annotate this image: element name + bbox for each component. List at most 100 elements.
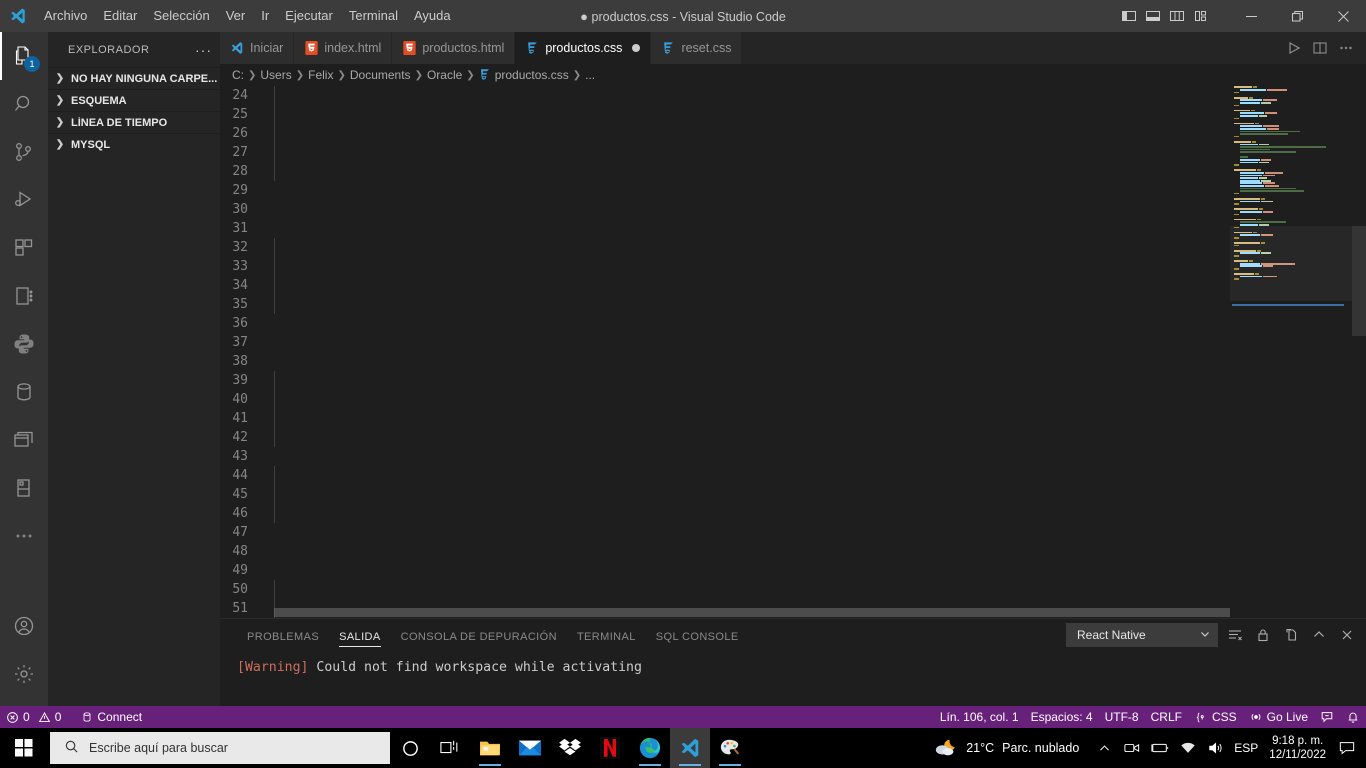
activity-settings-gear-icon[interactable]: [0, 650, 48, 698]
sidebar-more-actions-icon[interactable]: ···: [195, 42, 212, 58]
split-editor-icon[interactable]: [1308, 36, 1332, 60]
sidebar-item-linea-de-tiempo[interactable]: ❯ LÍNEA DE TIEMPO: [48, 111, 220, 133]
clear-output-icon[interactable]: [1224, 624, 1246, 646]
microsoft-edge-icon[interactable]: [630, 728, 670, 768]
activity-accounts-icon[interactable]: [0, 602, 48, 650]
menu-editar[interactable]: Editar: [95, 0, 145, 32]
file-explorer-icon[interactable]: [470, 728, 510, 768]
editor-tab-iniciar[interactable]: Iniciar: [220, 32, 295, 64]
task-view-icon[interactable]: [430, 728, 470, 768]
editor-tab-index-html[interactable]: index.html: [294, 32, 393, 64]
cortana-icon[interactable]: [390, 728, 430, 768]
paint-icon[interactable]: [710, 728, 750, 768]
status-language-mode[interactable]: CSS: [1188, 706, 1243, 728]
breadcrumb-item[interactable]: ...: [585, 68, 595, 82]
status-problems[interactable]: 0 0: [0, 706, 67, 728]
run-icon[interactable]: [1282, 36, 1306, 60]
sidebar-item-no-folder[interactable]: ❯ NO HAY NINGUNA CARPE...: [48, 67, 220, 89]
toggle-panel-icon[interactable]: [1142, 4, 1164, 28]
vertical-scrollbar[interactable]: [1352, 86, 1366, 618]
menu-archivo[interactable]: Archivo: [36, 0, 95, 32]
panel-tab-terminal[interactable]: TERMINAL: [567, 619, 646, 654]
status-eol[interactable]: CRLF: [1145, 706, 1188, 728]
customize-layout-icon[interactable]: [1190, 4, 1212, 28]
panel-tab-sql-console[interactable]: SQL CONSOLE: [646, 619, 749, 654]
status-connect[interactable]: Connect: [75, 706, 148, 728]
minimize-button[interactable]: [1228, 0, 1274, 32]
battery-icon[interactable]: [1147, 728, 1173, 768]
breadcrumb-item[interactable]: Users: [260, 68, 291, 82]
activity-notebook-icon[interactable]: [0, 272, 48, 320]
sidebar-item-mysql[interactable]: ❯ MYSQL: [48, 133, 220, 155]
horizontal-scrollbar-thumb[interactable]: [274, 608, 1238, 617]
menu-ayuda[interactable]: Ayuda: [406, 0, 459, 32]
toggle-primary-sidebar-icon[interactable]: [1118, 4, 1140, 28]
activity-more-views-icon[interactable]: [0, 512, 48, 560]
toggle-secondary-sidebar-icon[interactable]: [1166, 4, 1188, 28]
dropbox-icon[interactable]: [550, 728, 590, 768]
open-in-editor-icon[interactable]: [1280, 624, 1302, 646]
taskbar-clock[interactable]: 9:18 p. m. 12/11/2022: [1263, 734, 1332, 762]
activity-extensions-icon[interactable]: [0, 224, 48, 272]
status-go-live[interactable]: Go Live: [1243, 706, 1314, 728]
notifications-icon[interactable]: [1334, 728, 1360, 768]
panel-tab-consola-de-depuraci-n[interactable]: CONSOLA DE DEPURACIÓN: [391, 619, 567, 654]
menu-seleccion[interactable]: Selección: [145, 0, 217, 32]
maximize-panel-icon[interactable]: [1308, 624, 1330, 646]
indent-guide: [274, 371, 275, 390]
volume-icon[interactable]: [1203, 728, 1229, 768]
show-hidden-icons-icon[interactable]: [1091, 728, 1117, 768]
activity-explorer-icon[interactable]: 1: [0, 32, 48, 80]
lock-scroll-icon[interactable]: [1252, 624, 1274, 646]
menu-ir[interactable]: Ir: [253, 0, 277, 32]
activity-python-icon[interactable]: [0, 320, 48, 368]
status-line-col[interactable]: Lín. 106, col. 1: [934, 706, 1025, 728]
code-editor[interactable]: 24 25 26 27 28 29 30 31 32 33 34 35 36 37 38 39 40 41 42 43…: [220, 86, 1366, 618]
vertical-scrollbar-thumb[interactable]: [1352, 226, 1366, 336]
status-encoding[interactable]: UTF-8: [1099, 706, 1145, 728]
horizontal-scrollbar[interactable]: [274, 608, 1238, 618]
menu-ejecutar[interactable]: Ejecutar: [277, 0, 341, 32]
line-number: 45: [232, 487, 248, 502]
breadcrumb-item[interactable]: C:: [232, 68, 244, 82]
meet-now-icon[interactable]: [1119, 728, 1145, 768]
windows-start-icon[interactable]: [0, 728, 48, 768]
visual-studio-code-icon[interactable]: [670, 728, 710, 768]
editor-tab-reset-css[interactable]: reset.css: [651, 32, 743, 64]
taskbar-search-input[interactable]: Escribe aquí para buscar: [50, 732, 390, 764]
editor-tab-productos-css[interactable]: productos.css: [515, 32, 652, 64]
panel-tab-salida[interactable]: SALIDA: [329, 619, 391, 654]
close-button[interactable]: [1320, 0, 1366, 32]
output-channel-select[interactable]: React Native: [1066, 623, 1218, 647]
line-number: 25: [232, 107, 248, 122]
activity-database-icon[interactable]: [0, 368, 48, 416]
netflix-icon[interactable]: [590, 728, 630, 768]
minimap-slider[interactable]: [1230, 226, 1352, 301]
status-feedback-icon[interactable]: [1314, 706, 1340, 728]
minimap[interactable]: [1230, 86, 1352, 618]
input-language[interactable]: ESP: [1231, 728, 1261, 768]
activity-windows-layout-icon[interactable]: [0, 416, 48, 464]
activity-run-and-debug-icon[interactable]: [0, 176, 48, 224]
breadcrumb-item[interactable]: Documents: [350, 68, 411, 82]
activity-search-icon[interactable]: [0, 80, 48, 128]
activity-remote-explorer-icon[interactable]: [0, 464, 48, 512]
status-notifications-bell-icon[interactable]: [1340, 706, 1366, 728]
status-indentation[interactable]: Espacios: 4: [1025, 706, 1099, 728]
taskbar-weather[interactable]: 21°C Parc. nublado: [934, 737, 1089, 759]
network-wifi-icon[interactable]: [1175, 728, 1201, 768]
more-actions-icon[interactable]: [1334, 36, 1358, 60]
close-panel-icon[interactable]: [1336, 624, 1358, 646]
editor-tab-productos-html[interactable]: productos.html: [392, 32, 516, 64]
panel-tab-problemas[interactable]: PROBLEMAS: [237, 619, 329, 654]
breadcrumb-item[interactable]: Oracle: [427, 68, 462, 82]
breadcrumb-item[interactable]: productos.css: [495, 68, 569, 82]
activity-source-control-icon[interactable]: [0, 128, 48, 176]
restore-button[interactable]: [1274, 0, 1320, 32]
menu-terminal[interactable]: Terminal: [341, 0, 406, 32]
menu-ver[interactable]: Ver: [218, 0, 254, 32]
sidebar-item-esquema[interactable]: ❯ ESQUEMA: [48, 89, 220, 111]
mail-icon[interactable]: [510, 728, 550, 768]
tab-dirty-indicator[interactable]: [632, 44, 641, 52]
breadcrumb-item[interactable]: Felix: [308, 68, 333, 82]
